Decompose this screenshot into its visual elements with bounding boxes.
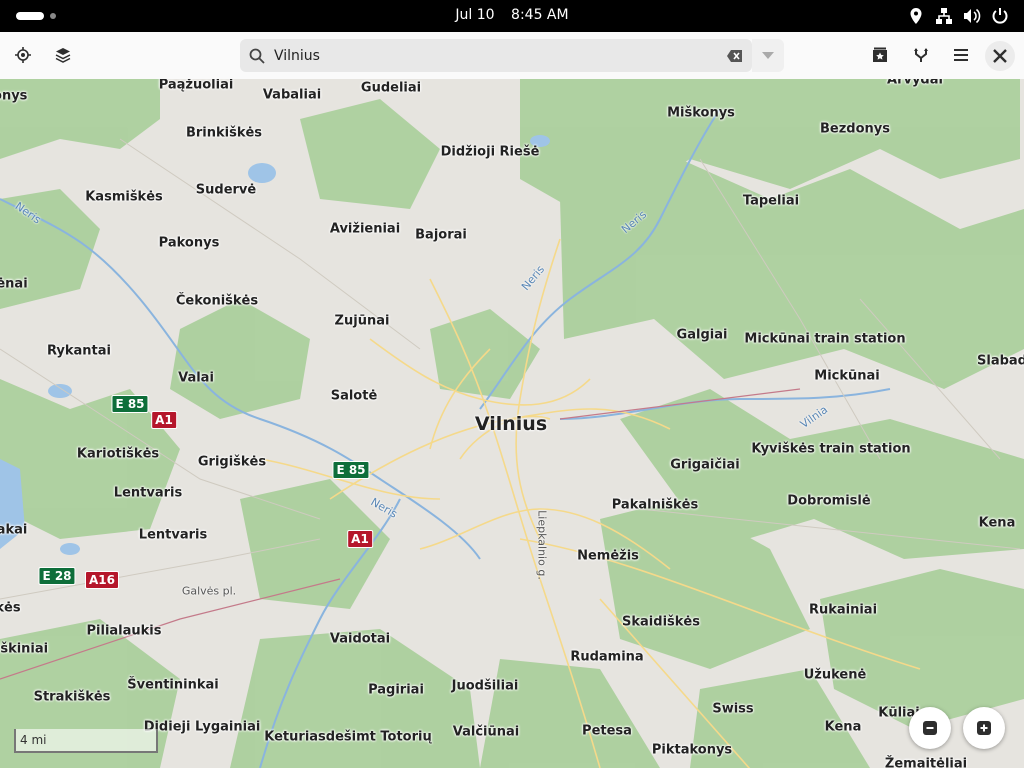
clear-search-icon[interactable] (726, 47, 744, 65)
system-top-bar: Jul 10 8:45 AM (0, 0, 1024, 32)
place-label[interactable]: Kena (825, 720, 862, 735)
map-scale: 4 mi (14, 729, 158, 753)
chevron-down-icon (762, 51, 774, 59)
place-label[interactable]: Rykantai (47, 344, 111, 359)
place-label[interactable]: Zujūnai (335, 314, 390, 329)
place-label[interactable]: Piktakonys (652, 743, 732, 758)
road-shield: E 85 (111, 395, 149, 413)
zoom-in-button[interactable] (963, 707, 1005, 749)
place-label[interactable]: Kasmiškės (85, 190, 163, 205)
place-label[interactable]: Vaidotai (330, 632, 390, 647)
locate-icon (15, 47, 31, 63)
place-label[interactable]: Užukenė (804, 668, 867, 683)
place-label[interactable]: Kariotiškės (77, 447, 159, 462)
road-shield: E 85 (332, 461, 370, 479)
search-box[interactable] (240, 39, 752, 72)
search-icon (248, 47, 266, 65)
map-view[interactable]: Paąžuoliai Vabaliai Gudeliai Arvydai Miš… (0, 79, 1024, 768)
place-label[interactable]: Miškonys (667, 106, 735, 121)
place-label[interactable]: Rukainiai (809, 603, 877, 618)
place-label[interactable]: Rudamina (570, 650, 643, 665)
place-label[interactable]: Čekoniškės (176, 294, 258, 309)
search-dropdown-button[interactable] (752, 39, 784, 72)
city-label[interactable]: Vilnius (475, 413, 547, 435)
place-label[interactable]: Nemėžis (577, 549, 639, 564)
road-label: Galvės pl. (181, 584, 237, 598)
place-label[interactable]: Grigiškės (198, 455, 266, 470)
place-label[interactable]: ėnai (0, 277, 28, 292)
search-input[interactable] (272, 46, 716, 65)
place-label[interactable]: Pakalniškės (612, 498, 698, 513)
place-label[interactable]: Juodšiliai (452, 679, 519, 694)
locate-button[interactable] (7, 40, 39, 70)
place-label[interactable]: Sudervė (196, 183, 256, 198)
place-label[interactable]: Didžioji Riešė (441, 145, 540, 160)
road-shield: A1 (151, 411, 177, 429)
clock-time: 8:45 AM (511, 7, 569, 23)
place-label[interactable]: Vabaliai (263, 88, 321, 103)
route-button[interactable] (905, 40, 937, 70)
scale-label: 4 mi (20, 733, 47, 747)
place-label[interactable]: Grigaičiai (670, 458, 739, 473)
favorites-button[interactable] (864, 40, 896, 70)
place-label[interactable]: Mickūnai train station (744, 332, 905, 347)
power-icon[interactable] (990, 6, 1010, 26)
place-label[interactable]: Galgiai (677, 328, 728, 343)
header-bar (0, 32, 1024, 80)
place-label[interactable]: Mickūnai (814, 369, 879, 384)
place-label[interactable]: Lentvaris (139, 528, 207, 543)
place-label[interactable]: Bajorai (415, 228, 467, 243)
place-label[interactable]: Pagiriai (368, 683, 424, 698)
place-label[interactable]: Skaidiškės (622, 615, 700, 630)
place-label[interactable]: ionys (0, 89, 27, 104)
place-label[interactable]: Žemaitėliai (885, 757, 967, 768)
place-label[interactable]: Kena (979, 516, 1016, 531)
place-label[interactable]: Pakonys (159, 236, 220, 251)
location-icon[interactable] (906, 6, 926, 26)
close-icon (993, 49, 1007, 63)
route-icon (914, 48, 928, 62)
place-label[interactable]: Avižieniai (330, 222, 400, 237)
place-label[interactable]: akai (0, 523, 27, 538)
place-label[interactable]: Bezdonys (820, 122, 890, 137)
volume-icon[interactable] (961, 6, 981, 26)
road-shield: A16 (85, 571, 119, 589)
place-label[interactable]: Petesa (582, 724, 632, 739)
place-label[interactable]: Didieji Lygainiai (144, 720, 261, 735)
place-label[interactable]: Arvydai (887, 79, 943, 88)
place-label[interactable]: iškiniai (0, 642, 48, 657)
place-label[interactable]: Šventininkai (127, 678, 218, 693)
menu-icon (954, 49, 968, 61)
zoom-out-button[interactable] (909, 707, 951, 749)
place-label[interactable]: Keturiasdešimt Totorių (264, 730, 431, 745)
place-label[interactable]: Valai (178, 371, 214, 386)
favorites-icon (873, 47, 887, 62)
clock[interactable]: Jul 10 8:45 AM (0, 7, 1024, 23)
place-label[interactable]: Kyviškės train station (751, 442, 910, 457)
place-label[interactable]: Lentvaris (114, 486, 182, 501)
place-label[interactable]: Gudeliai (361, 81, 421, 96)
place-label[interactable]: Slabad (977, 354, 1024, 369)
layers-button[interactable] (47, 40, 79, 70)
close-button[interactable] (985, 41, 1015, 71)
place-label[interactable]: Dobromislė (787, 494, 870, 509)
place-label[interactable]: kės (0, 601, 21, 616)
main-menu-button[interactable] (945, 40, 977, 70)
layers-icon (55, 48, 71, 63)
clock-date: Jul 10 (455, 7, 495, 23)
place-label[interactable]: Paąžuoliai (159, 79, 234, 93)
place-label[interactable]: Tapeliai (743, 194, 799, 209)
zoom-in-icon (977, 721, 991, 735)
road-shield: E 28 (38, 567, 76, 585)
place-label[interactable]: Brinkiškės (186, 126, 262, 141)
network-icon[interactable] (934, 6, 954, 26)
place-label[interactable]: Strakiškės (34, 690, 111, 705)
road-shield: A1 (347, 530, 373, 548)
place-label[interactable]: Pilialaukis (87, 624, 162, 639)
road-label: Liepkalnio g. (535, 510, 549, 580)
zoom-out-icon (923, 721, 937, 735)
place-label[interactable]: Swiss (712, 702, 753, 717)
place-label[interactable]: Salotė (331, 389, 378, 404)
place-label[interactable]: Valčiūnai (453, 725, 519, 740)
